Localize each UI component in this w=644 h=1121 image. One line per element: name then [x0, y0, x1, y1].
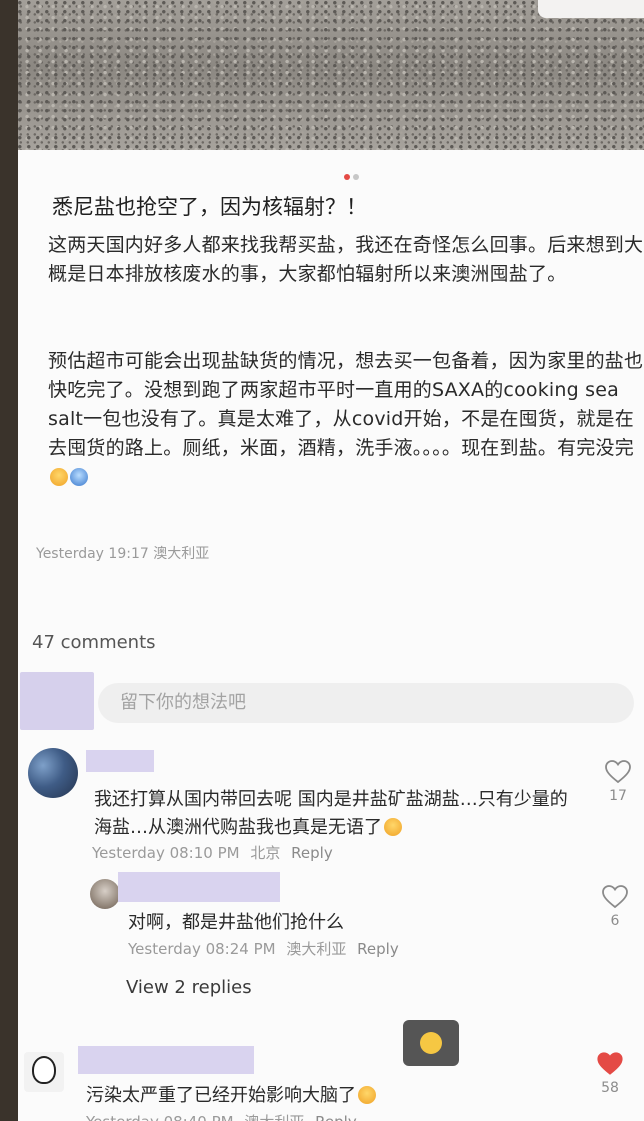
- reply-text: 对啊，都是井盐他们抢什么: [128, 912, 344, 933]
- eye-roll-emoji-icon: [420, 1032, 442, 1054]
- username-redacted[interactable]: [78, 1046, 254, 1074]
- comment-meta: Yesterday 08:10 PM 北京 Reply: [92, 842, 339, 863]
- comment-text-content: 我还打算从国内带回去呢 国内是井盐矿盐湖盐…只有少量的海盐…从澳洲代购盐我也真是…: [94, 789, 568, 838]
- crying-emoji-icon: [50, 468, 68, 486]
- comment-location: 北京: [250, 844, 281, 862]
- post-time: Yesterday 19:17: [36, 546, 149, 562]
- avatar[interactable]: [24, 1052, 64, 1092]
- comment-text-content: 污染太严重了已经开始影响大脑了: [86, 1085, 356, 1106]
- comment-location: 澳大利亚: [286, 940, 347, 958]
- username-redacted[interactable]: [86, 750, 154, 772]
- image-carousel-dots[interactable]: [344, 174, 359, 180]
- reply-button[interactable]: Reply: [291, 844, 333, 862]
- like-count: 58: [601, 1080, 619, 1096]
- post-location: 澳大利亚: [153, 546, 210, 562]
- like-count: 6: [610, 913, 620, 929]
- comment-time: Yesterday 08:24 PM: [128, 940, 276, 958]
- reply-button[interactable]: Reply: [357, 940, 399, 958]
- comment-time: Yesterday 08:10 PM: [92, 844, 240, 862]
- meme-face-icon: [32, 1056, 56, 1084]
- image-overlay-card: [538, 0, 644, 18]
- post-screen: 悉尼盐也抢空了，因为核辐射？！ 这两天国内好多人都来找我帮买盐，我还在奇怪怎么回…: [18, 0, 644, 1121]
- comment-text: 我还打算从国内带回去呢 国内是井盐矿盐湖盐…只有少量的海盐…从澳洲代购盐我也真是…: [94, 786, 574, 842]
- comment-meta: Yesterday 08:40 PM 澳大利亚 Reply: [86, 1111, 363, 1121]
- post-paragraph-1: 这两天国内好多人都来找我帮买盐，我还在奇怪怎么回事。后来想到大概是日本排放核废水…: [48, 234, 644, 285]
- avatar[interactable]: [28, 748, 78, 798]
- like-count: 17: [609, 788, 627, 804]
- post-paragraph-2: 预估超市可能会出现盐缺货的情况，想去买一包备着，因为家里的盐也快吃完了。没想到跑…: [48, 347, 644, 492]
- comment-text: 污染太严重了已经开始影响大脑了: [86, 1082, 526, 1110]
- post-paragraph-2-text: 预估超市可能会出现盐缺货的情况，想去买一包备着，因为家里的盐也快吃完了。没想到跑…: [48, 350, 644, 459]
- heart-filled-icon: [597, 1052, 623, 1075]
- carousel-dot-active[interactable]: [344, 174, 350, 180]
- post-image[interactable]: [18, 0, 644, 150]
- username-redacted[interactable]: [118, 872, 280, 902]
- carousel-dot[interactable]: [353, 174, 359, 180]
- comment-meta: Yesterday 08:24 PM 澳大利亚 Reply: [128, 938, 405, 959]
- like-button[interactable]: 58: [590, 1052, 630, 1096]
- heart-outline-icon: [605, 760, 631, 784]
- heart-outline-icon: [602, 885, 628, 909]
- comments-count: 47 comments: [32, 632, 156, 653]
- post-title: 悉尼盐也抢空了，因为核辐射？！: [52, 195, 367, 219]
- reply-button[interactable]: Reply: [315, 1113, 357, 1121]
- comment-input[interactable]: 留下你的想法吧: [98, 683, 634, 723]
- comment-time: Yesterday 08:40 PM: [86, 1113, 234, 1121]
- like-button[interactable]: 17: [598, 760, 638, 804]
- sweat-emoji-icon: [70, 468, 88, 486]
- view-replies-button[interactable]: View 2 replies: [126, 977, 252, 998]
- crying-emoji-icon: [358, 1086, 376, 1104]
- like-button[interactable]: 6: [595, 885, 635, 929]
- comment-location: 澳大利亚: [244, 1113, 304, 1121]
- current-user-avatar: [20, 672, 94, 730]
- avatar[interactable]: [90, 879, 120, 909]
- crying-emoji-icon: [384, 818, 402, 836]
- post-meta: Yesterday 19:17 澳大利亚: [36, 543, 209, 563]
- emoji-reaction-popup[interactable]: [403, 1020, 459, 1066]
